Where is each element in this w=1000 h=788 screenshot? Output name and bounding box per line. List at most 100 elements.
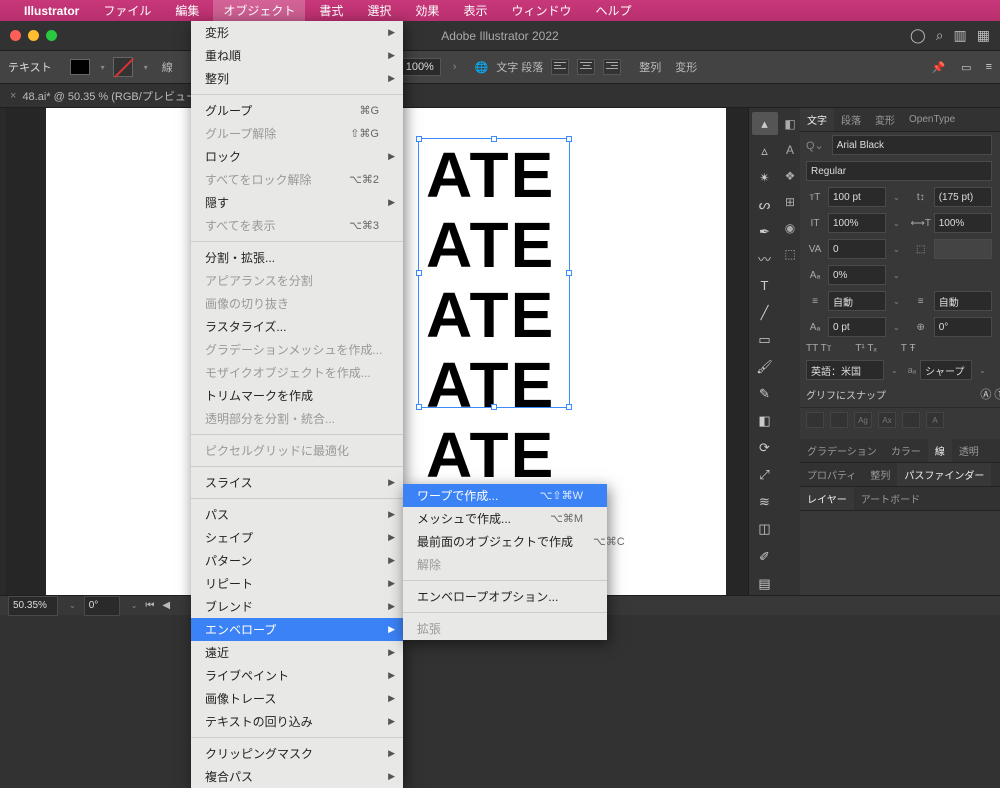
align-link[interactable]: 整列 (639, 59, 661, 75)
menu-item[interactable]: 分割・拡張... (191, 246, 403, 269)
tab-opentype[interactable]: OpenType (902, 108, 962, 131)
leading-field[interactable]: (175 pt) (934, 187, 992, 207)
canvas-text-row[interactable]: ATE (426, 418, 555, 492)
menu-view[interactable]: 表示 (453, 0, 497, 21)
direct-selection-tool[interactable]: ▵ (752, 139, 778, 162)
font-style-field[interactable]: Regular (806, 161, 992, 181)
lasso-tool[interactable]: ᔕ (752, 193, 778, 216)
tab-properties[interactable]: プロパティ (800, 463, 863, 486)
tab-stroke[interactable]: 線 (928, 439, 952, 462)
menu-item[interactable]: ワープで作成...⌥⇧⌘W (403, 484, 607, 507)
search-icon[interactable]: ⌕ (936, 27, 944, 44)
menu-item[interactable]: シェイプ▶ (191, 526, 403, 549)
zoom-level-field[interactable]: 50.35% (8, 596, 58, 616)
pin-icon[interactable]: 📌 (931, 61, 945, 74)
menu-item[interactable]: ラスタライズ... (191, 315, 403, 338)
menu-item[interactable]: スライス▶ (191, 471, 403, 494)
workspace-icon[interactable]: ▦ (977, 27, 990, 44)
menu-file[interactable]: ファイル (93, 0, 161, 21)
kerning-field[interactable]: 0 (828, 239, 886, 259)
menu-item[interactable]: パターン▶ (191, 549, 403, 572)
rectangle-tool[interactable]: ▭ (752, 329, 778, 352)
snap-toggle-icon[interactable]: Ⓐ ① (980, 386, 1000, 402)
opacity-field[interactable]: 100% (399, 58, 441, 76)
collapsed-panel-icon[interactable]: ◉ (780, 218, 800, 238)
glyph-btn[interactable]: Ag (854, 412, 872, 428)
font-family-field[interactable]: Arial Black (832, 135, 992, 155)
baseline-field[interactable]: 0% (828, 265, 886, 285)
close-button[interactable] (10, 30, 21, 41)
rotate-tool[interactable]: ⟳ (752, 437, 778, 460)
tab-transform[interactable]: 変形 (868, 108, 902, 131)
document-tab[interactable]: 48.ai* @ 50.35 % (RGB/プレビュー) (22, 88, 200, 104)
tab-transparency[interactable]: 透明 (952, 439, 986, 462)
paintbrush-tool[interactable]: 🖌 (752, 356, 778, 379)
align-right-button[interactable] (603, 59, 621, 75)
glyph-btn[interactable] (902, 412, 920, 428)
menu-help[interactable]: ヘルプ (585, 0, 641, 21)
char-rotate-field[interactable]: 0° (934, 317, 992, 337)
menu-item[interactable]: クリッピングマスク▶ (191, 742, 403, 765)
tab-color[interactable]: カラー (884, 439, 928, 462)
stroke-swatch[interactable] (113, 57, 133, 77)
selection-tool[interactable]: ▴ (752, 112, 778, 135)
eyedropper-tool[interactable]: ✐ (752, 545, 778, 568)
eraser-tool[interactable]: ◧ (752, 410, 778, 433)
minimize-button[interactable] (28, 30, 39, 41)
user-icon[interactable]: ◯ (910, 27, 926, 44)
vscale-field[interactable]: 100% (828, 213, 886, 233)
collapsed-panel-icon[interactable]: ⬚ (780, 244, 800, 264)
language-field[interactable]: 英語：米国 (806, 360, 884, 380)
glyph-btn[interactable] (830, 412, 848, 428)
curvature-tool[interactable]: 〰 (752, 247, 778, 270)
align-left-button[interactable] (551, 59, 569, 75)
auto1-field[interactable]: 自動 (828, 291, 886, 311)
arrange-icon[interactable]: ▥ (954, 27, 967, 44)
menu-item[interactable]: トリムマークを作成 (191, 384, 403, 407)
magic-wand-tool[interactable]: ✴ (752, 166, 778, 189)
menu-effect[interactable]: 効果 (405, 0, 449, 21)
overflow-icon[interactable]: ≡ (986, 61, 992, 73)
menu-item[interactable]: エンベロープオプション... (403, 585, 607, 608)
gradient-tool[interactable]: ▤ (752, 572, 778, 595)
width-tool[interactable]: ≋ (752, 491, 778, 514)
tab-gradient[interactable]: グラデーション (800, 439, 884, 462)
menu-item[interactable]: テキストの回り込み▶ (191, 710, 403, 733)
tab-close-icon[interactable]: × (10, 90, 16, 102)
menu-item[interactable]: 画像トレース▶ (191, 687, 403, 710)
fill-swatch[interactable] (70, 59, 90, 75)
panel-options-icon[interactable]: ▭ (961, 61, 971, 74)
tab-artboards[interactable]: アートボード (854, 487, 927, 510)
track2-field[interactable]: 0 pt (828, 317, 886, 337)
collapsed-panel-icon[interactable]: ◧ (780, 114, 800, 134)
menu-item[interactable]: 変形▶ (191, 21, 403, 44)
tab-pathfinder[interactable]: パスファインダー (897, 463, 991, 486)
zoom-button[interactable] (46, 30, 57, 41)
glyph-btn[interactable]: Ax (878, 412, 896, 428)
globe-icon[interactable]: 🌐 (475, 61, 489, 74)
menu-object[interactable]: オブジェクト (213, 0, 305, 21)
auto2-field[interactable]: 自動 (934, 291, 992, 311)
menu-item[interactable]: ライブペイント▶ (191, 664, 403, 687)
line-tool[interactable]: ╱ (752, 301, 778, 324)
menu-item[interactable]: メッシュで作成...⌥⌘M (403, 507, 607, 530)
tracking-field[interactable] (934, 239, 992, 259)
menu-item[interactable]: グループ⌘G (191, 99, 403, 122)
glyph-btn[interactable]: A (926, 412, 944, 428)
menu-edit[interactable]: 編集 (165, 0, 209, 21)
type-tool[interactable]: T (752, 274, 778, 297)
menu-item[interactable]: リピート▶ (191, 572, 403, 595)
rotate-view-field[interactable]: 0° (84, 596, 120, 616)
menu-type[interactable]: 書式 (309, 0, 353, 21)
align-center-button[interactable] (577, 59, 595, 75)
collapsed-panel-icon[interactable]: A (780, 140, 800, 160)
menu-item[interactable]: パス▶ (191, 503, 403, 526)
glyph-btn[interactable] (806, 412, 824, 428)
menu-item[interactable]: 重ね順▶ (191, 44, 403, 67)
antialias-field[interactable]: シャープ (920, 360, 972, 380)
menu-item[interactable]: 遠近▶ (191, 641, 403, 664)
nav-first-icon[interactable]: ⏮ (145, 600, 154, 611)
menu-item[interactable]: 整列▶ (191, 67, 403, 90)
nav-prev-icon[interactable]: ◀ (162, 600, 170, 611)
menu-item[interactable]: 複合パス▶ (191, 765, 403, 788)
